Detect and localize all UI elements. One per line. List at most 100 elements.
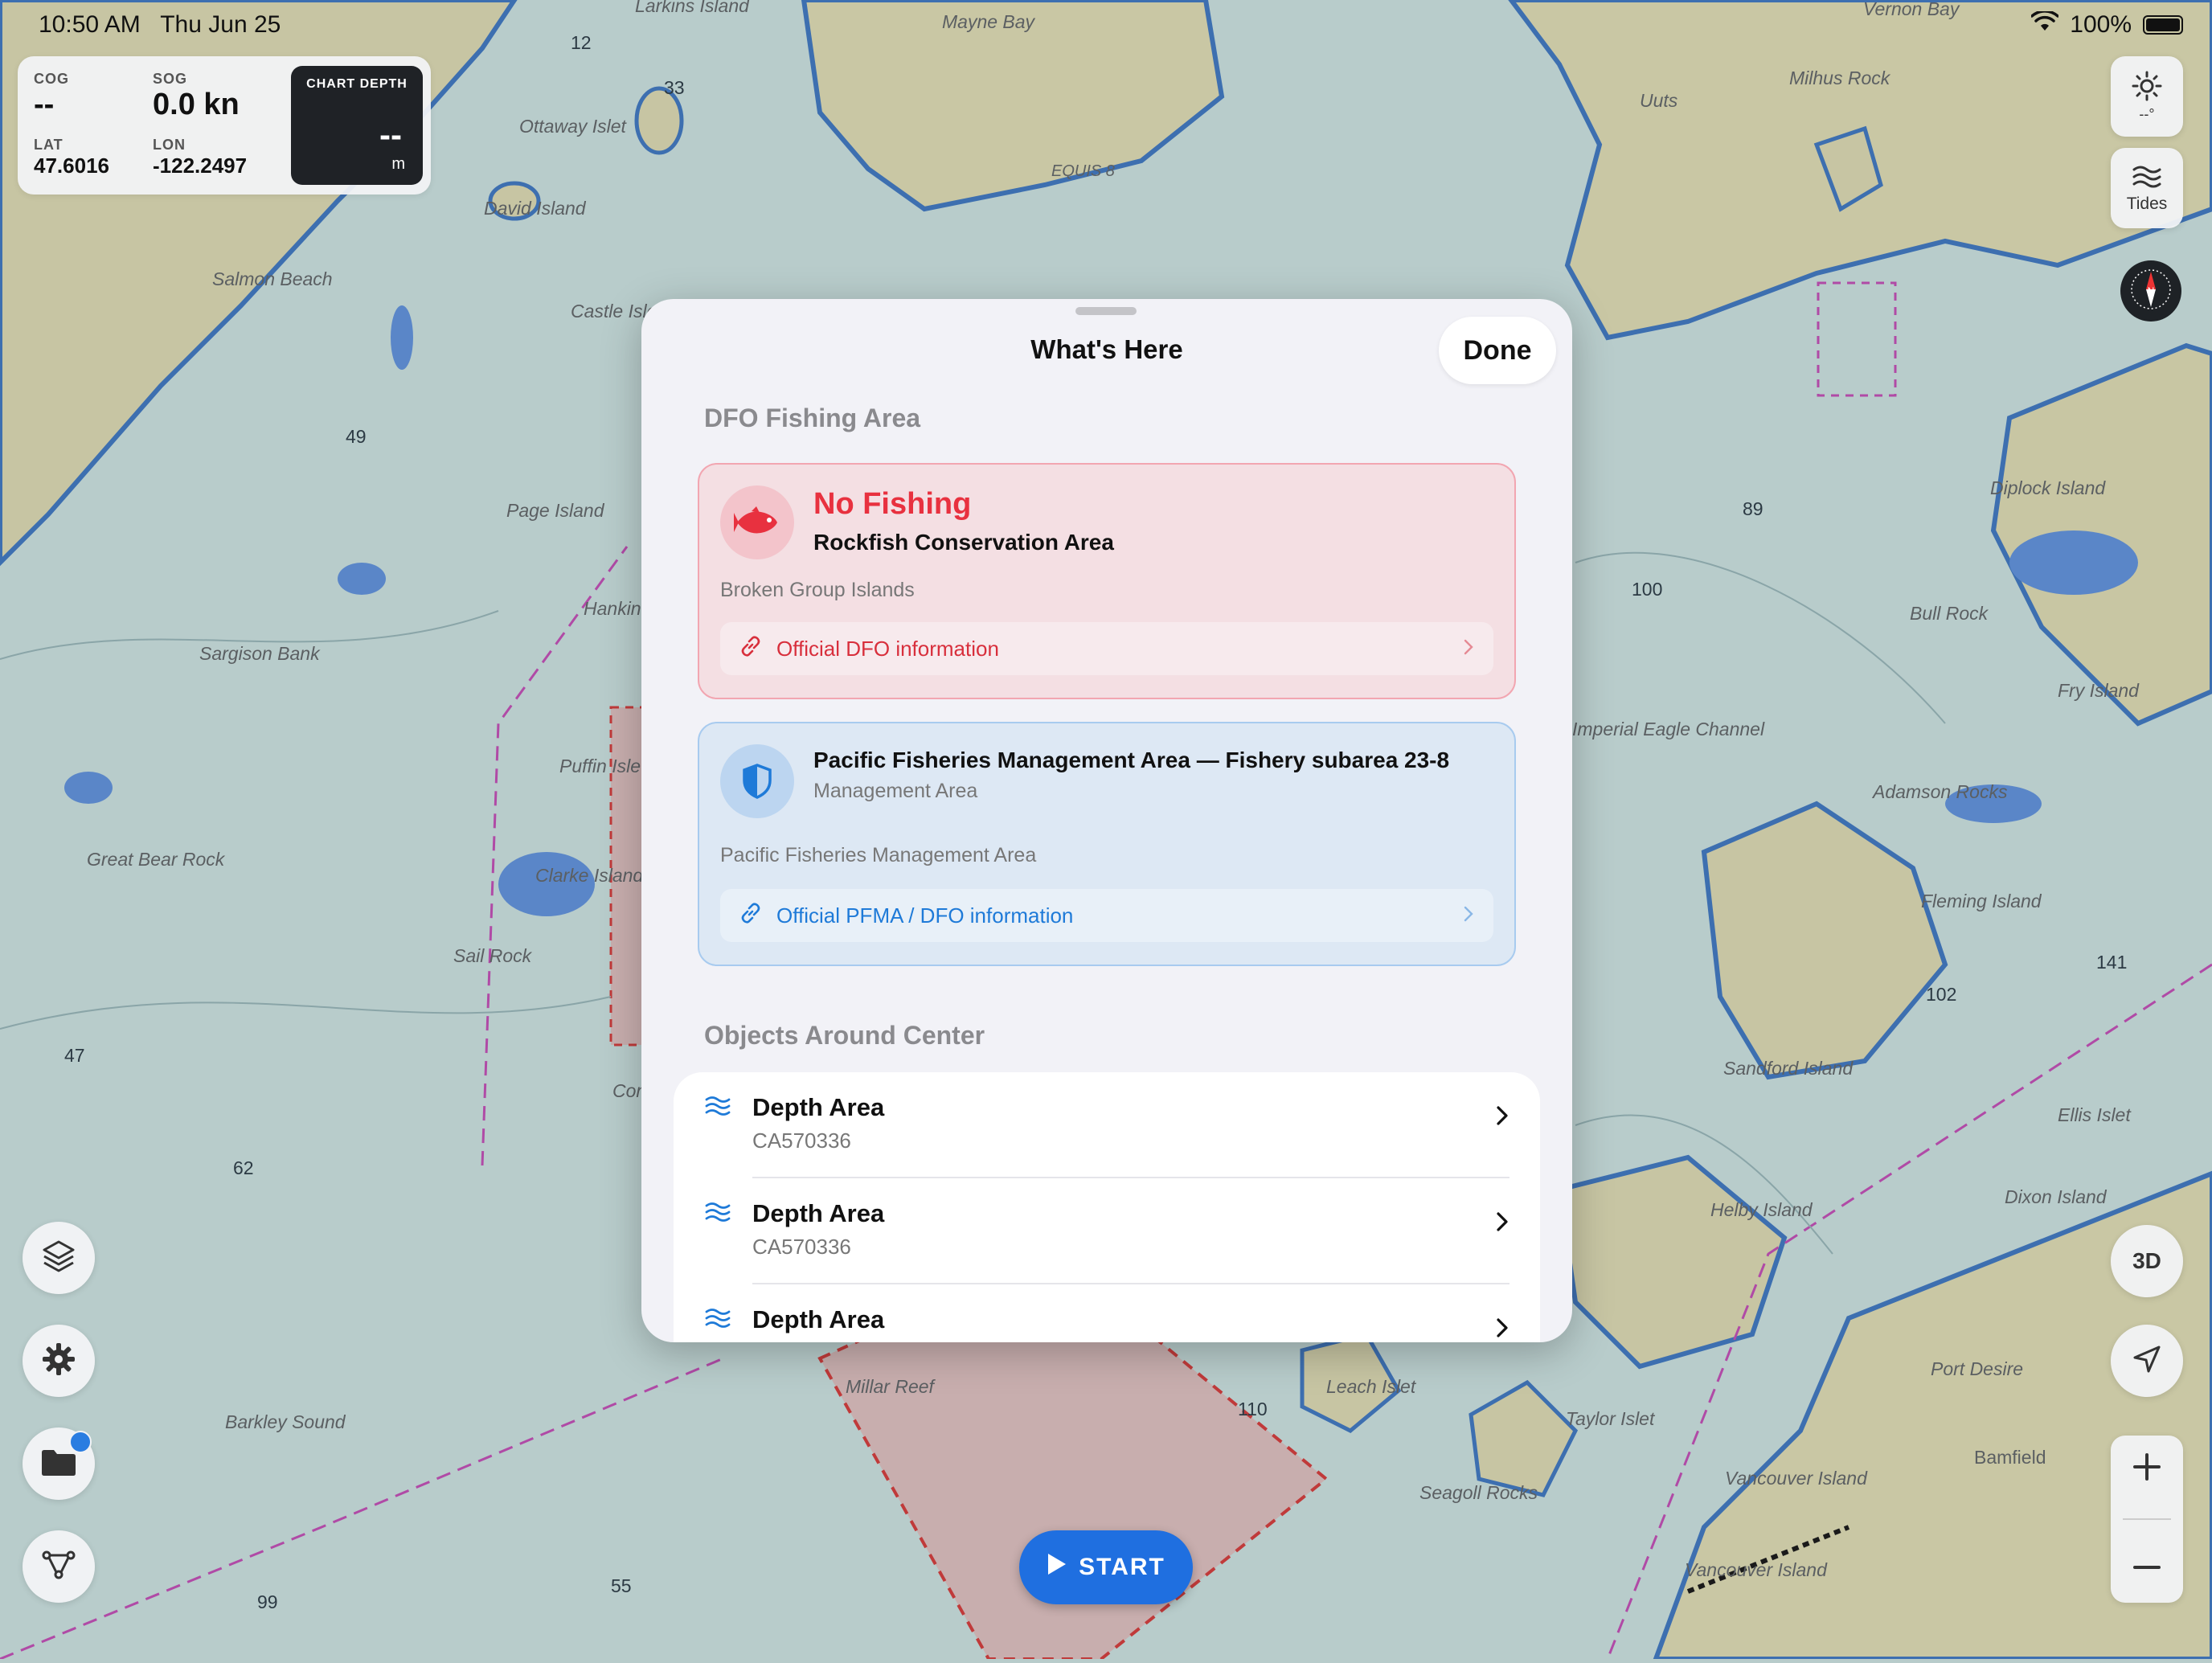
depth-sounding: 33 — [664, 77, 685, 98]
pfma-subtitle: Management Area — [813, 780, 978, 803]
map-label: Diplock Island — [1990, 477, 2106, 498]
map-label: Barkley Sound — [225, 1411, 346, 1432]
pfma-location: Pacific Fisheries Management Area — [720, 844, 1037, 866]
map-label: EQUIS 8 — [1051, 162, 1115, 180]
zoom-out-button[interactable] — [2131, 1551, 2163, 1587]
status-indicators: 100% — [2030, 10, 2183, 39]
3d-label: 3D — [2132, 1248, 2161, 1273]
depth-waves-icon — [704, 1095, 731, 1121]
depth-sounding: 100 — [1632, 579, 1663, 600]
map-label: Adamson Rocks — [1873, 781, 2008, 802]
list-item[interactable]: Depth Area — [674, 1284, 1540, 1342]
battery-icon — [2143, 15, 2183, 35]
account-badge-icon — [69, 1431, 92, 1453]
brightness-button[interactable]: --° — [2111, 56, 2183, 137]
cog-value: -- — [34, 88, 55, 121]
svg-text:N: N — [2148, 285, 2155, 297]
map-label: Larkins Island — [635, 0, 749, 16]
map-label: Hankin — [584, 598, 641, 619]
map-label: Sargison Bank — [199, 643, 320, 664]
location-arrow-icon — [2132, 1344, 2162, 1378]
dfo-info-link[interactable]: Official DFO information — [720, 622, 1493, 675]
pfma-card[interactable]: Pacific Fisheries Management Area — Fish… — [698, 722, 1516, 966]
map-label: Vancouver Island — [1685, 1559, 1827, 1580]
start-navigation-button[interactable]: START — [1019, 1530, 1193, 1604]
map-label: Sail Rock — [453, 945, 532, 966]
tide-waves-icon — [2131, 163, 2163, 195]
navigation-data-panel[interactable]: COG -- SOG 0.0 kn LAT 47.6016 LON -122.2… — [18, 56, 431, 195]
sheet-grabber[interactable] — [1075, 307, 1137, 315]
lat-value: 47.6016 — [34, 154, 109, 178]
zoom-in-button[interactable] — [2131, 1451, 2163, 1487]
no-fishing-card[interactable]: No Fishing Rockfish Conservation Area Br… — [698, 463, 1516, 699]
brightness-value: --° — [2139, 106, 2155, 122]
map-label: Helby Island — [1710, 1199, 1813, 1220]
chevron-right-icon — [1495, 1317, 1509, 1342]
section-header-fishing: DFO Fishing Area — [704, 403, 921, 432]
map-label: Millar Reef — [846, 1376, 934, 1397]
map-label: Ellis Islet — [2058, 1104, 2131, 1125]
object-title: Depth Area — [752, 1093, 885, 1121]
lon-label: LON — [153, 137, 186, 153]
depth-sounding: 12 — [571, 32, 592, 53]
object-title: Depth Area — [752, 1305, 885, 1333]
lat-label: LAT — [34, 137, 63, 153]
sog-value: 0.0 kn — [153, 88, 240, 121]
depth-waves-icon — [704, 1307, 731, 1333]
settings-button[interactable] — [23, 1325, 95, 1397]
map-label: Taylor Islet — [1566, 1408, 1655, 1429]
zoom-divider — [2123, 1518, 2171, 1520]
map-label: Port Desire — [1931, 1358, 2024, 1379]
chevron-right-icon — [1495, 1210, 1509, 1237]
map-label: Vernon Bay — [1863, 0, 1960, 19]
route-button[interactable] — [23, 1530, 95, 1603]
map-label: Clarke Island — [535, 865, 644, 886]
map-label: Fleming Island — [1921, 891, 2042, 911]
start-label: START — [1079, 1554, 1165, 1580]
map-label: Vancouver Island — [1725, 1468, 1867, 1489]
section-header-objects: Objects Around Center — [704, 1021, 985, 1050]
compass-button[interactable]: N — [2120, 260, 2181, 322]
list-item[interactable]: Depth Area CA570336 — [674, 1178, 1540, 1284]
object-title: Depth Area — [752, 1199, 885, 1227]
pfma-title: Pacific Fisheries Management Area — Fish… — [813, 748, 1450, 772]
locate-button[interactable] — [2111, 1325, 2183, 1397]
depth-sounding: 49 — [346, 426, 367, 447]
map-label: Milhus Rock — [1789, 68, 1890, 88]
files-button[interactable] — [23, 1427, 95, 1500]
map-label: Great Bear Rock — [87, 849, 225, 870]
play-icon — [1047, 1552, 1067, 1583]
depth-sounding: 55 — [611, 1575, 632, 1596]
tides-button[interactable]: Tides — [2111, 148, 2183, 228]
chart-depth-box[interactable]: CHART DEPTH -- m — [291, 66, 423, 185]
3d-toggle-button[interactable]: 3D — [2111, 1225, 2183, 1297]
depth-sounding: 102 — [1926, 984, 1957, 1005]
depth-waves-icon — [704, 1201, 731, 1227]
gear-icon — [41, 1341, 76, 1381]
list-item[interactable]: Depth Area CA570336 — [674, 1072, 1540, 1178]
map-label: Salmon Beach — [212, 268, 333, 289]
sheet-title: What's Here — [1030, 334, 1183, 364]
depth-sounding: 47 — [64, 1045, 85, 1066]
done-button[interactable]: Done — [1439, 317, 1556, 384]
map-label: Ottaway Islet — [519, 116, 626, 137]
sog-label: SOG — [153, 71, 188, 87]
chart-depth-value: -- — [379, 116, 402, 154]
map-label: Page Island — [506, 500, 604, 521]
map-label: Uuts — [1640, 90, 1678, 111]
map-label: Imperial Eagle Channel — [1572, 719, 1765, 739]
pfma-info-link[interactable]: Official PFMA / DFO information — [720, 889, 1493, 942]
clock: 10:50 AM — [39, 11, 141, 38]
object-id: CA570336 — [752, 1235, 851, 1259]
layers-button[interactable] — [23, 1222, 95, 1294]
chart-depth-label: CHART DEPTH — [306, 77, 408, 91]
map-label: Dixon Island — [2005, 1186, 2107, 1207]
map-label: Fry Island — [2058, 680, 2139, 701]
objects-list: Depth Area CA570336 Depth Area CA570336 … — [674, 1072, 1540, 1342]
depth-sounding: 99 — [257, 1591, 278, 1612]
fish-icon — [720, 485, 794, 559]
map-label: Puffin Isle — [559, 756, 641, 776]
zoom-control — [2111, 1436, 2183, 1603]
lon-value: -122.2497 — [153, 154, 248, 178]
date: Thu Jun 25 — [160, 11, 281, 38]
